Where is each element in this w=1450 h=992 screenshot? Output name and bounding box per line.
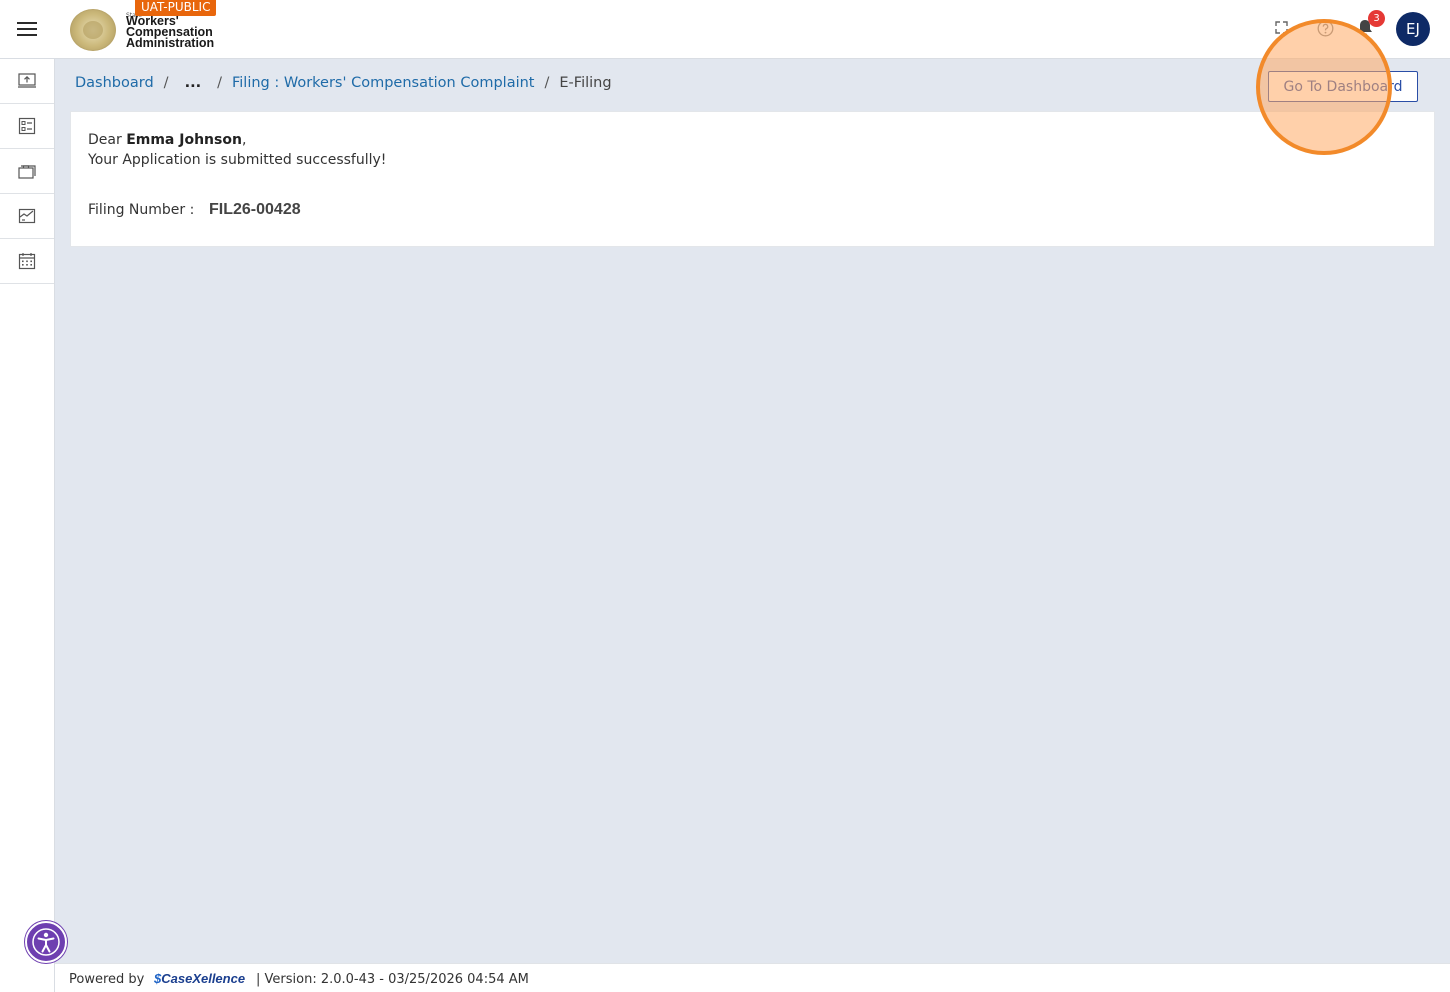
help-icon[interactable] [1317,20,1334,37]
top-bar: State Workers' Compensation Administrati… [0,0,1450,59]
breadcrumb-dashboard-link[interactable]: Dashboard [75,75,154,91]
agency-logo-text: Workers' Compensation Administration [126,15,215,50]
sidebar-item-cases[interactable] [0,149,54,194]
submission-confirmation-card: Dear Emma Johnson, Your Application is s… [70,111,1435,247]
notification-count-badge: 3 [1368,10,1385,27]
accessibility-icon [32,928,60,956]
filing-number-label: Filing Number : [88,202,195,218]
accessibility-button[interactable] [25,921,67,963]
briefcase-stack-icon [18,165,36,179]
upload-monitor-icon [18,73,36,88]
sidebar [0,59,55,992]
casexellence-logo[interactable]: $CaseXellence [154,971,245,986]
powered-by-label: Powered by [69,972,145,987]
calendar-icon [18,253,36,270]
sidebar-item-reports[interactable] [0,194,54,239]
breadcrumb-ellipsis[interactable]: ... [185,75,202,91]
state-seal-logo [70,9,116,51]
user-avatar[interactable]: EJ [1396,12,1430,46]
go-to-dashboard-button[interactable]: Go To Dashboard [1268,71,1418,102]
greeting-prefix: Dear [88,132,127,148]
filing-number-value: FIL26-00428 [209,201,301,218]
sidebar-item-tasks[interactable] [0,104,54,149]
greeting-suffix: , [241,132,247,148]
environment-badge: UAT-PUBLIC [135,0,217,16]
greeting: Dear Emma Johnson, [88,132,246,148]
breadcrumb: Dashboard /... / Filing : Workers' Compensa… [75,75,612,91]
hamburger-menu-icon[interactable] [17,20,38,37]
breadcrumb-separator: / [217,75,222,91]
logo-line-3: Administration [126,36,215,50]
breadcrumb-separator: / [163,75,169,91]
version-info: | Version: 2.0.0-43 - 03/25/2026 04:54 A… [256,972,529,987]
sidebar-item-calendar[interactable] [0,239,54,284]
sidebar-item-upload[interactable] [0,59,54,104]
footer: Powered by $CaseXellence | Version: 2.0.… [55,963,1450,992]
breadcrumb-separator: / [544,75,550,91]
applicant-name: Emma Johnson [126,132,242,148]
breadcrumb-current: E-Filing [559,75,612,91]
breadcrumb-filing-link[interactable]: Filing : Workers' Compensation Complaint [232,75,535,91]
brand-name: CaseXellence [161,971,246,986]
success-message: Your Application is submitted successful… [88,152,387,168]
chart-card-icon [18,208,36,224]
checklist-icon [18,117,36,135]
fullscreen-icon[interactable] [1275,21,1288,34]
